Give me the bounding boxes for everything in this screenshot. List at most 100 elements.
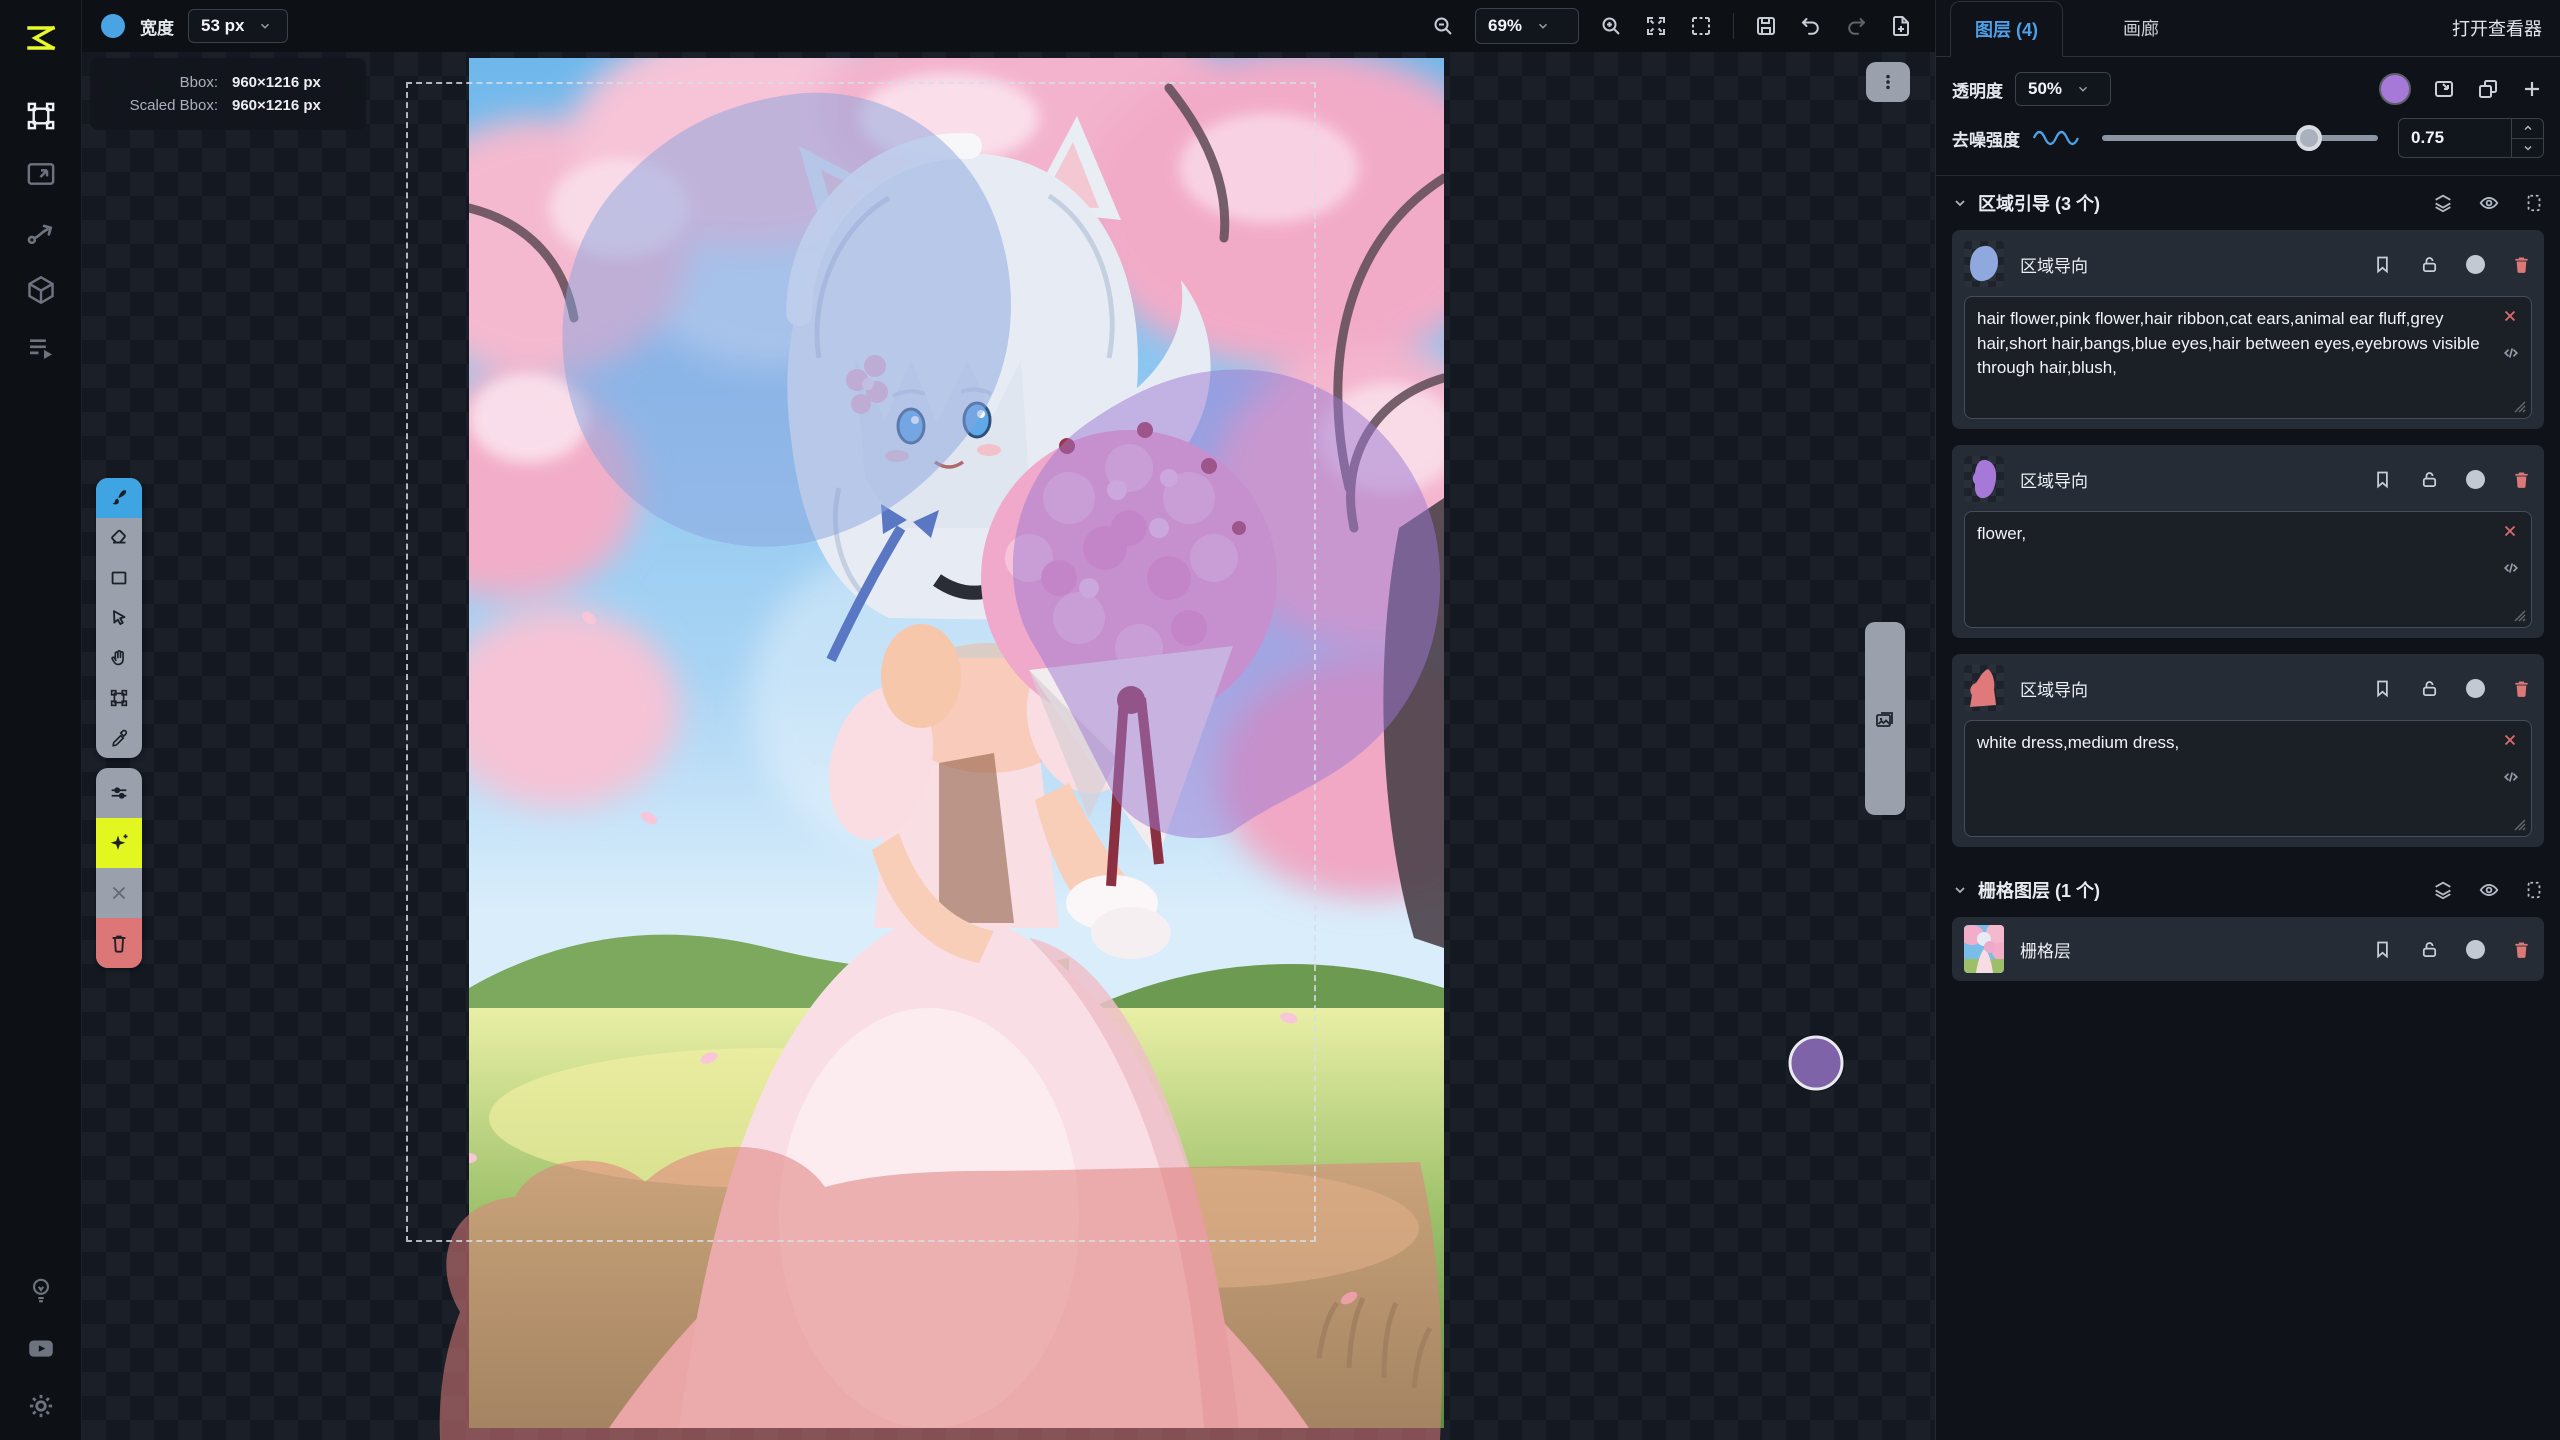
- delete-canvas-button[interactable]: [96, 918, 142, 968]
- invoke-generate-button[interactable]: [96, 818, 142, 868]
- lock-icon[interactable]: [2419, 254, 2440, 275]
- frame-icon[interactable]: [2524, 879, 2544, 901]
- save-button[interactable]: [1753, 13, 1779, 39]
- rect-tool-button[interactable]: [96, 558, 142, 598]
- group-layers-icon[interactable]: [2432, 192, 2454, 214]
- embed-trigger-button[interactable]: [2501, 343, 2521, 363]
- app-window: 宽度 53 px 69%: [0, 0, 2560, 1440]
- denoise-input[interactable]: [2399, 119, 2511, 157]
- layer-enabled-toggle[interactable]: [2466, 470, 2485, 489]
- tab-layers[interactable]: 图层 (4): [1950, 1, 2063, 57]
- brush-tool-button[interactable]: [96, 478, 142, 518]
- help-bulb-icon[interactable]: [17, 1266, 65, 1314]
- raster-layers-header[interactable]: 栅格图层 (1 个): [1936, 863, 2560, 913]
- transform-tool-button[interactable]: [96, 678, 142, 718]
- duplicate-layer-button[interactable]: [2476, 77, 2500, 101]
- prompt-textarea[interactable]: hair flower,pink flower,hair ribbon,cat …: [1977, 307, 2483, 403]
- layer-enabled-toggle[interactable]: [2466, 940, 2485, 959]
- denoise-slider-knob[interactable]: [2296, 125, 2322, 151]
- resize-handle[interactable]: [2512, 399, 2526, 413]
- layer-enabled-toggle[interactable]: [2466, 679, 2485, 698]
- delete-layer-button[interactable]: [2511, 939, 2532, 960]
- kebab-menu-icon: [1878, 72, 1898, 92]
- chevron-down-icon: [1952, 882, 1968, 898]
- visibility-icon[interactable]: [2478, 192, 2500, 214]
- step-down-button[interactable]: [2512, 139, 2543, 158]
- fit-view-button[interactable]: [1643, 13, 1669, 39]
- redo-button[interactable]: [1843, 13, 1869, 39]
- bookmark-icon[interactable]: [2372, 678, 2393, 699]
- denoise-steppers: [2511, 119, 2543, 157]
- embed-trigger-button[interactable]: [2501, 767, 2521, 787]
- sidebar-tab-gallery[interactable]: [17, 150, 65, 198]
- delete-layer-button[interactable]: [2511, 678, 2532, 699]
- new-canvas-button[interactable]: [1888, 13, 1914, 39]
- layer-enabled-toggle[interactable]: [2466, 255, 2485, 274]
- remove-prompt-button[interactable]: [2501, 522, 2519, 540]
- add-layer-button[interactable]: [2520, 77, 2544, 101]
- sidebar-tab-queue[interactable]: [17, 324, 65, 372]
- image-stack-icon: [1873, 707, 1897, 731]
- lock-icon[interactable]: [2419, 678, 2440, 699]
- visibility-icon[interactable]: [2478, 879, 2500, 901]
- regional-guidance-card[interactable]: 区域导向 white dress,medium dress,: [1952, 654, 2544, 847]
- fit-layer-button[interactable]: [2432, 77, 2456, 101]
- eyedropper-tool-button[interactable]: [96, 718, 142, 758]
- sidebar-tab-workflows[interactable]: [17, 208, 65, 256]
- brush-color-swatch[interactable]: [100, 13, 126, 39]
- prompt-textarea[interactable]: white dress,medium dress,: [1977, 731, 2483, 821]
- delete-layer-button[interactable]: [2511, 254, 2532, 275]
- bookmark-icon[interactable]: [2372, 469, 2393, 490]
- bookmark-icon[interactable]: [2372, 254, 2393, 275]
- scaled-bbox-value: 960×1216 px: [232, 97, 366, 114]
- settings-gear-icon[interactable]: [17, 1382, 65, 1430]
- eraser-tool-button[interactable]: [96, 518, 142, 558]
- zoom-out-button[interactable]: [1430, 13, 1456, 39]
- regional-guidance-card[interactable]: 区域导向 hair flower,pink flower,hair ribbon…: [1952, 230, 2544, 429]
- sidebar-tab-canvas[interactable]: [17, 92, 65, 140]
- lock-icon[interactable]: [2419, 939, 2440, 960]
- zoom-level-dropdown[interactable]: 69%: [1475, 8, 1579, 44]
- canvas-stage[interactable]: Bbox: 960×1216 px Scaled Bbox: 960×1216 …: [82, 52, 1935, 1440]
- undo-button[interactable]: [1798, 13, 1824, 39]
- filter-tool-button[interactable]: [96, 768, 142, 818]
- step-up-button[interactable]: [2512, 119, 2543, 139]
- clear-tool-button[interactable]: [96, 868, 142, 918]
- raster-layer-row[interactable]: 栅格层: [1952, 917, 2544, 981]
- lock-icon[interactable]: [2419, 469, 2440, 490]
- fit-bbox-button[interactable]: [1688, 13, 1714, 39]
- remove-prompt-button[interactable]: [2501, 731, 2519, 749]
- remove-prompt-button[interactable]: [2501, 307, 2519, 325]
- generation-bbox[interactable]: [406, 82, 1316, 1242]
- open-viewer-button[interactable]: 打开查看器: [2452, 0, 2560, 56]
- youtube-icon[interactable]: [17, 1324, 65, 1372]
- layer-color-swatch[interactable]: [2378, 72, 2412, 106]
- layer-thumbnail: [1964, 241, 2004, 287]
- bookmark-icon[interactable]: [2372, 939, 2393, 960]
- move-tool-button[interactable]: [96, 598, 142, 638]
- brush-width-dropdown[interactable]: 53 px: [188, 9, 288, 43]
- pan-tool-button[interactable]: [96, 638, 142, 678]
- brush-width-label: 宽度: [140, 14, 174, 39]
- group-layers-icon[interactable]: [2432, 879, 2454, 901]
- prompt-textarea[interactable]: flower,: [1977, 522, 2483, 612]
- layer-thumbnail: [1964, 925, 2004, 973]
- regional-guidance-header[interactable]: 区域引导 (3 个): [1936, 176, 2560, 226]
- opacity-dropdown[interactable]: 50%: [2015, 72, 2111, 106]
- resize-handle[interactable]: [2512, 608, 2526, 622]
- denoise-slider[interactable]: [2102, 135, 2378, 141]
- resize-handle[interactable]: [2512, 817, 2526, 831]
- embed-trigger-button[interactable]: [2501, 558, 2521, 578]
- sidebar-tab-models[interactable]: [17, 266, 65, 314]
- gallery-panel-handle[interactable]: [1865, 622, 1905, 815]
- layer-title: 区域导向: [2020, 467, 2088, 492]
- tab-gallery[interactable]: 画廊: [2063, 0, 2219, 56]
- prompt-box: hair flower,pink flower,hair ribbon,cat …: [1964, 296, 2532, 419]
- zoom-in-button[interactable]: [1598, 13, 1624, 39]
- regional-guidance-card[interactable]: 区域导向 flower,: [1952, 445, 2544, 638]
- chevron-down-icon: [2076, 82, 2090, 96]
- delete-layer-button[interactable]: [2511, 469, 2532, 490]
- layer-title: 区域导向: [2020, 676, 2088, 701]
- frame-icon[interactable]: [2524, 192, 2544, 214]
- canvas-menu-button[interactable]: [1866, 62, 1910, 102]
